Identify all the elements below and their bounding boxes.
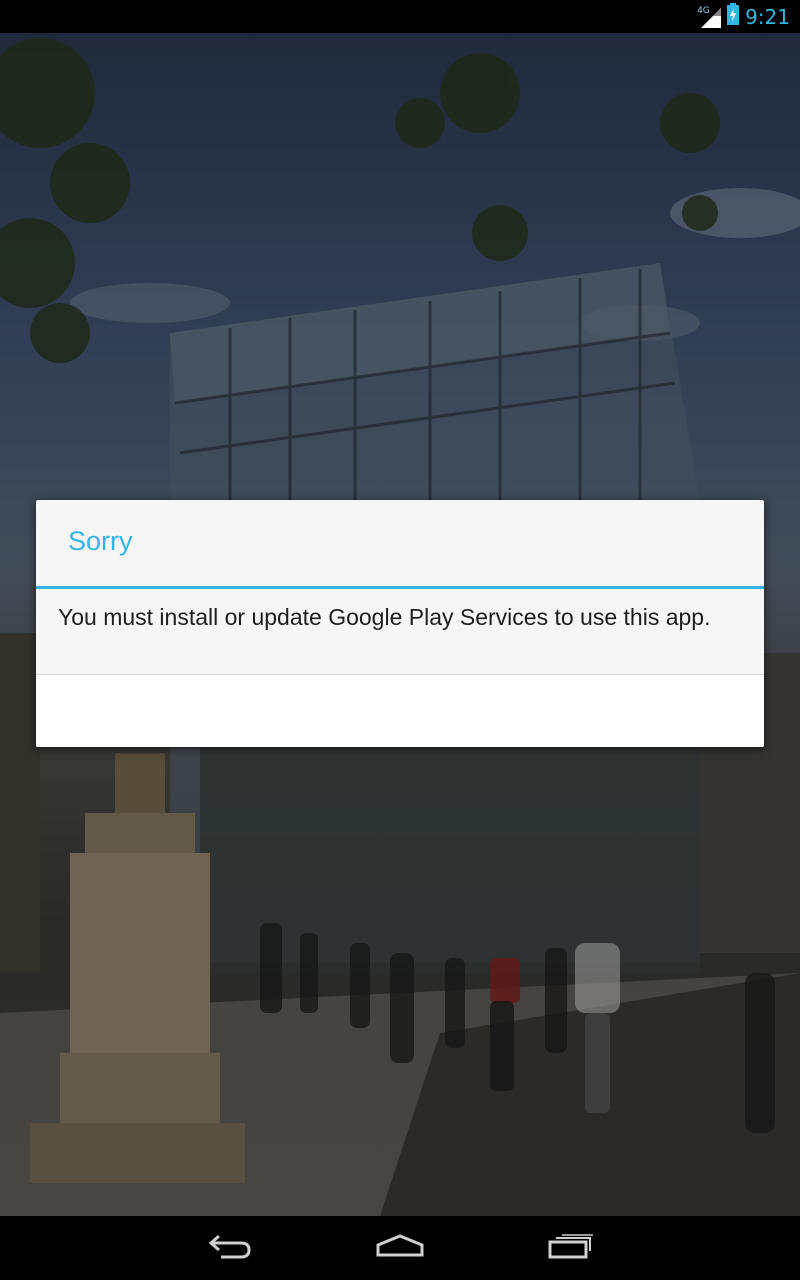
error-dialog: Sorry You must install or update Google … [36,500,764,747]
dialog-title-area: Sorry [36,500,764,589]
status-bar: 4G 9:21 [0,0,800,33]
recent-apps-icon [548,1233,594,1264]
dialog-title: Sorry [68,526,133,556]
home-icon [375,1233,425,1264]
back-icon [207,1232,253,1265]
dialog-message: You must install or update Google Play S… [58,604,711,630]
dialog-button-area [36,675,764,747]
back-button[interactable] [170,1216,290,1280]
signal-icon: 4G [697,5,722,28]
home-button[interactable] [340,1216,460,1280]
status-icons: 4G 9:21 [697,0,790,33]
battery-charging-icon [727,3,740,30]
screen: 4G 9:21 Sorry You must install or update… [0,0,800,1280]
clock: 9:21 [745,4,790,29]
network-type-label: 4G [697,5,710,16]
navigation-bar [0,1216,800,1280]
dialog-message-area: You must install or update Google Play S… [36,589,764,675]
recent-apps-button[interactable] [511,1216,631,1280]
